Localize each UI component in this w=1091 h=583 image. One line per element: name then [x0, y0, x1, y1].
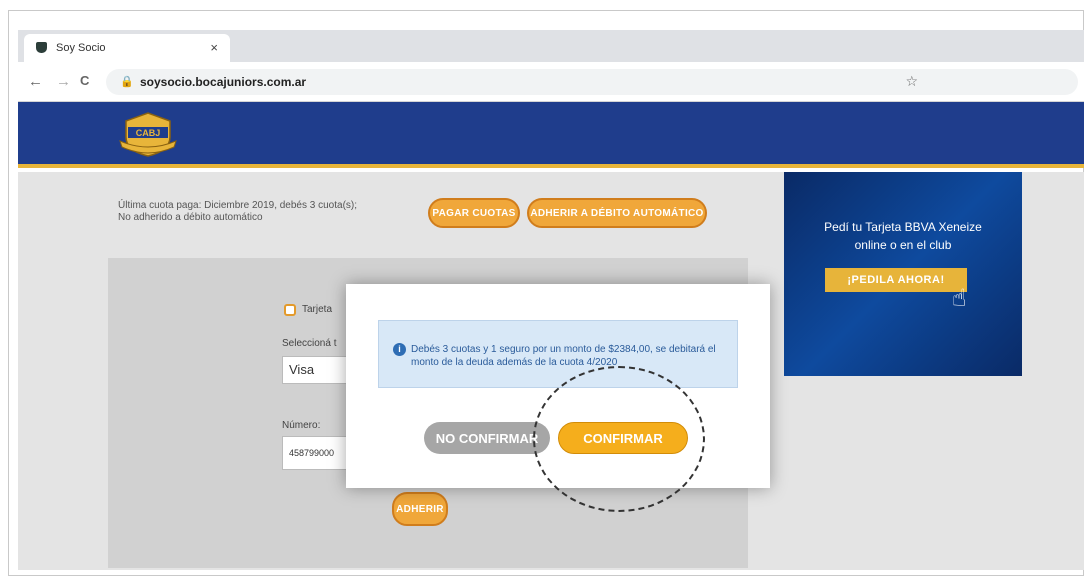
bookmark-star-icon[interactable]: ☆ [905, 73, 918, 90]
tab-close-icon[interactable]: × [210, 40, 218, 55]
status-line-dues: Última cuota paga: Diciembre 2019, debés… [118, 200, 358, 211]
bbva-promo-banner[interactable]: Pedí tu Tarjeta BBVA Xeneize online o en… [784, 172, 1022, 376]
lock-icon: 🔒 [120, 76, 134, 88]
status-line-debit: No adherido a débito automático [118, 212, 263, 223]
card-type-select[interactable]: Visa [282, 356, 352, 384]
card-checkbox[interactable] [284, 304, 296, 316]
reload-icon[interactable]: C [80, 73, 89, 88]
favicon-icon [36, 42, 47, 53]
membership-status: Última cuota paga: Diciembre 2019, debés… [118, 200, 398, 224]
browser-tab-bar: Soy Socio × [18, 30, 1084, 62]
alert-message: Debés 3 cuotas y 1 seguro por un monto d… [411, 344, 716, 368]
no-confirm-button[interactable]: NO CONFIRMAR [424, 422, 550, 454]
browser-tab[interactable]: Soy Socio × [24, 34, 230, 62]
address-bar: ← → C 🔒 soysocio.bocajuniors.com.ar ☆ [18, 62, 1084, 102]
card-select-label: Seleccioná t [282, 338, 337, 349]
logo-text: CABJ [136, 128, 161, 138]
banner-cta-button[interactable]: ¡PEDILA AHORA! [825, 268, 967, 292]
info-alert: i Debés 3 cuotas y 1 seguro por un monto… [378, 320, 738, 388]
card-checkbox-label: Tarjeta [302, 304, 333, 315]
url-field[interactable]: 🔒 soysocio.bocajuniors.com.ar ☆ [106, 69, 1078, 95]
banner-subline: online o en el club [854, 238, 952, 252]
back-icon[interactable]: ← [28, 73, 43, 90]
forward-icon[interactable]: → [56, 73, 71, 90]
info-icon: i [393, 343, 406, 356]
url-text: soysocio.bocajuniors.com.ar [140, 75, 307, 89]
site-header: CABJ [18, 102, 1084, 168]
tab-title: Soy Socio [56, 42, 106, 54]
banner-headline: Pedí tu Tarjeta BBVA Xeneize [824, 220, 982, 234]
adherir-button[interactable]: ADHERIR [392, 492, 448, 526]
cabj-logo-icon[interactable]: CABJ [118, 111, 178, 157]
card-number-field[interactable]: 458799000 [282, 436, 352, 470]
auto-debit-button[interactable]: ADHERIR A DÉBITO AUTOMÁTICO [527, 198, 707, 228]
pay-dues-button[interactable]: PAGAR CUOTAS [428, 198, 520, 228]
pointer-hand-icon: ☝ [952, 285, 967, 312]
highlight-circle [533, 366, 705, 512]
card-number-label: Número: [282, 420, 321, 431]
